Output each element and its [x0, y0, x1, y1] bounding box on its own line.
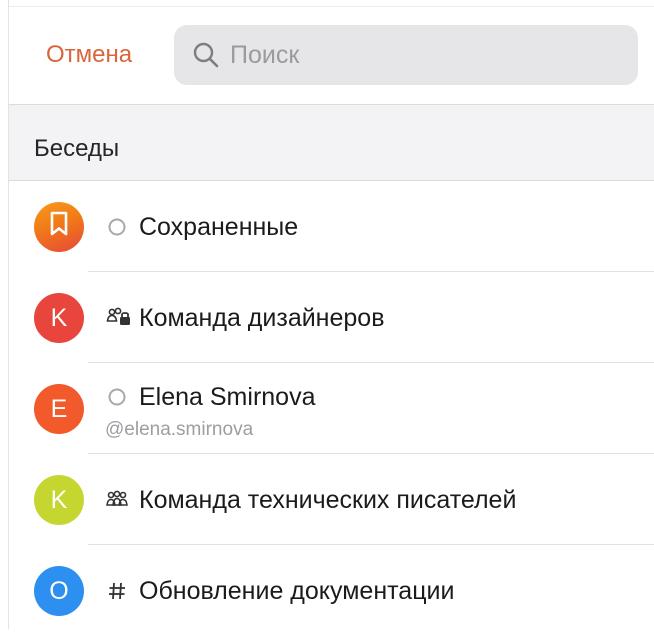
search-toolbar: Отмена — [9, 0, 654, 105]
conversation-username: @elena.smirnova — [105, 419, 254, 440]
conversation-row-design-team[interactable]: K Команда дизайнеров — [9, 272, 654, 363]
cancel-button[interactable]: Отмена — [46, 40, 132, 70]
conversation-row-tech-writers[interactable]: K Команда технических писателей — [9, 454, 654, 545]
group-icon — [106, 489, 128, 511]
conversation-title: Команда дизайнеров — [139, 304, 385, 332]
section-header: Беседы — [9, 105, 654, 181]
search-field[interactable] — [174, 25, 638, 85]
conversation-list: Сохраненные K Команда дизайнеров E Elena… — [9, 181, 654, 636]
status-circle-icon — [106, 386, 128, 408]
conversation-title: Обновление документации — [139, 577, 455, 605]
avatar: O — [34, 566, 84, 616]
avatar: K — [34, 475, 84, 525]
conversation-row-elena-smirnova[interactable]: E Elena Smirnova @elena.smirnova — [9, 363, 654, 454]
avatar: K — [34, 293, 84, 343]
avatar-letter: E — [50, 394, 68, 423]
conversation-row-docs-update[interactable]: O Обновление документации — [9, 545, 654, 636]
conversation-title: Elena Smirnova — [139, 383, 316, 411]
private-group-icon — [106, 306, 132, 328]
conversation-row-saved[interactable]: Сохраненные — [9, 181, 654, 272]
avatar — [34, 202, 84, 252]
search-screen: Отмена Беседы — [8, 0, 654, 629]
conversation-title: Сохраненные — [139, 213, 299, 241]
conversation-title: Команда технических писателей — [139, 486, 517, 514]
search-icon — [192, 41, 220, 69]
avatar: E — [34, 384, 84, 434]
avatar-letter: O — [49, 576, 69, 605]
avatar-letter: K — [50, 303, 68, 332]
search-input[interactable] — [230, 40, 610, 70]
section-title: Беседы — [34, 135, 120, 162]
avatar-letter: K — [50, 485, 68, 514]
bookmark-icon — [47, 211, 71, 244]
status-circle-icon — [106, 216, 128, 238]
hashtag-icon — [106, 580, 128, 602]
